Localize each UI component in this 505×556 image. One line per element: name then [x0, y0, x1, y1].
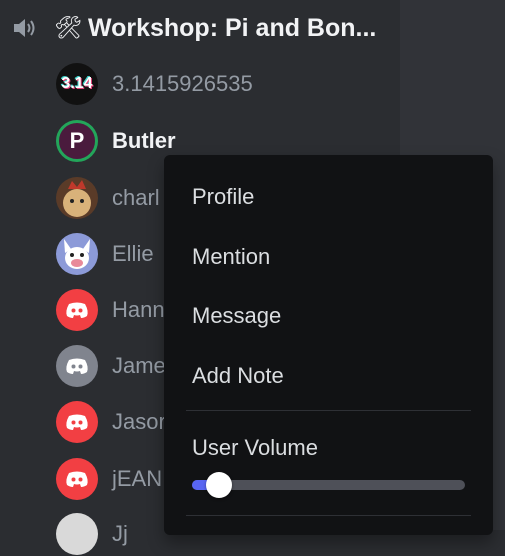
avatar-text: 3.14	[61, 75, 93, 92]
pi-avatar: 3.14	[56, 63, 98, 105]
message-menu-item[interactable]: Message	[176, 294, 481, 338]
member-name: Jasor	[112, 409, 166, 434]
avatar-text: P	[69, 128, 85, 153]
menu-divider	[186, 515, 471, 516]
butler-avatar: P	[56, 120, 98, 162]
user-volume-label: User Volume	[192, 435, 318, 460]
slider-handle[interactable]	[205, 472, 232, 498]
channel-title: Workshop: Pi and Bon...	[87, 13, 377, 42]
user-volume-slider[interactable]	[192, 472, 465, 498]
member-name: jEAN	[112, 466, 163, 491]
photo-avatar	[56, 177, 98, 219]
mention-menu-item[interactable]: Mention	[176, 235, 481, 279]
photo-avatar	[56, 513, 98, 555]
dog-avatar	[56, 233, 98, 275]
user-context-menu: Profile Mention Message Add Note User Vo…	[164, 155, 493, 535]
member-name: 3.1415926535	[112, 71, 253, 96]
discord-red-avatar	[56, 458, 98, 500]
tools-icon: 🛠	[54, 15, 82, 40]
member-name: Jj	[112, 521, 128, 546]
menu-divider	[186, 410, 471, 411]
add-note-menu-item[interactable]: Add Note	[176, 354, 481, 398]
voice-channel-header[interactable]: 🛠 Workshop: Pi and Bon...	[10, 10, 376, 46]
member-name: Butler	[112, 128, 176, 153]
discord-red-avatar	[56, 289, 98, 331]
discord-grey-avatar	[56, 345, 98, 387]
member-name: Ellie	[112, 241, 154, 266]
discord-red-avatar	[56, 401, 98, 443]
member-name: Jame	[112, 353, 166, 378]
member-item[interactable]: 3.14 3.1415926535	[56, 62, 396, 106]
profile-menu-item[interactable]: Profile	[176, 175, 481, 219]
speaker-icon	[10, 13, 40, 43]
member-name: charl	[112, 185, 160, 210]
member-name: Hann	[112, 297, 165, 322]
slider-track	[192, 480, 465, 490]
